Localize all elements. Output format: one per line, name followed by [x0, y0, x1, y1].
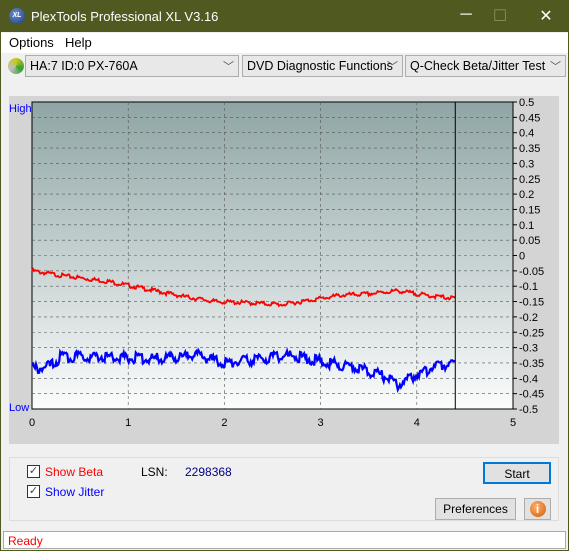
- show-beta-label: Show Beta: [45, 465, 104, 479]
- y-tick-label: 0: [519, 251, 525, 263]
- high-label: High: [9, 103, 32, 115]
- lsn-label: LSN:: [141, 465, 168, 479]
- drive-select[interactable]: HA:7 ID:0 PX-760A ﹀: [25, 55, 239, 77]
- start-button[interactable]: Start: [483, 462, 551, 484]
- menu-options[interactable]: Options: [9, 35, 54, 50]
- y-tick-label: -0.05: [519, 266, 544, 278]
- menu-bar: Options Help: [1, 33, 568, 53]
- test-select[interactable]: Q-Check Beta/Jitter Test ﹀: [405, 55, 566, 77]
- maximize-button[interactable]: ☐: [485, 6, 515, 26]
- preferences-button[interactable]: Preferences: [435, 498, 516, 520]
- drive-icon: [8, 58, 24, 74]
- chart-panel: 0.5 0.45 0.4 0.35 0.3 0.25 0.2 0.15 0.1 0.05 0 -0.0…: [9, 96, 559, 444]
- info-button[interactable]: i: [524, 498, 551, 520]
- y-tick-label: -0.25: [519, 327, 544, 339]
- x-tick-label: 0: [29, 417, 35, 429]
- low-label: Low: [9, 402, 29, 414]
- y-tick-label: -0.2: [519, 312, 538, 324]
- beta-jitter-chart: 0.5 0.45 0.4 0.35 0.3 0.25 0.2 0.15 0.1 0.05 0 -0.0…: [9, 97, 544, 429]
- menu-help[interactable]: Help: [65, 35, 92, 50]
- y-tick-label: -0.35: [519, 358, 544, 370]
- y-tick-label: 0.1: [519, 220, 534, 232]
- y-tick-label: 0.4: [519, 128, 534, 140]
- test-select-value: Q-Check Beta/Jitter Test: [410, 59, 546, 73]
- drive-select-value: HA:7 ID:0 PX-760A: [30, 59, 138, 73]
- y-tick-label: 0.35: [519, 143, 540, 155]
- y-tick-label: -0.4: [519, 373, 538, 385]
- chevron-down-icon: ﹀: [223, 61, 234, 73]
- y-tick-label: -0.5: [519, 404, 538, 416]
- y-tick-label: -0.3: [519, 343, 538, 355]
- y-tick-label: 0.5: [519, 97, 534, 109]
- close-button[interactable]: ✕: [531, 6, 561, 26]
- x-tick-label: 3: [318, 417, 324, 429]
- chevron-down-icon: ﹀: [387, 61, 398, 73]
- function-select[interactable]: DVD Diagnostic Functions ﹀: [242, 55, 403, 77]
- y-tick-label: 0.2: [519, 189, 534, 201]
- lsn-value: 2298368: [185, 465, 232, 479]
- y-tick-label: 0.45: [519, 112, 540, 124]
- info-icon: i: [529, 501, 546, 517]
- y-tick-label: 0.15: [519, 204, 540, 216]
- y-tick-label: -0.45: [519, 389, 544, 401]
- x-tick-label: 1: [125, 417, 131, 429]
- title-bar: XL PlexTools Professional XL V3.16 ─ ☐ ✕: [1, 1, 568, 32]
- show-jitter-checkbox[interactable]: ✓: [27, 485, 40, 498]
- function-select-value: DVD Diagnostic Functions: [247, 59, 393, 73]
- show-jitter-label: Show Jitter: [45, 485, 105, 499]
- y-tick-label: 0.05: [519, 235, 540, 247]
- status-bar: Ready: [3, 531, 566, 549]
- chevron-down-icon: ﹀: [550, 61, 561, 73]
- show-beta-checkbox[interactable]: ✓: [27, 465, 40, 478]
- x-tick-label: 2: [221, 417, 227, 429]
- y-tick-label: -0.1: [519, 281, 538, 293]
- x-tick-label: 5: [510, 417, 516, 429]
- window-title: PlexTools Professional XL V3.16: [31, 9, 219, 24]
- app-window: XL PlexTools Professional XL V3.16 ─ ☐ ✕…: [0, 0, 569, 551]
- y-tick-label: -0.15: [519, 297, 544, 309]
- app-logo: XL: [9, 8, 25, 24]
- minimize-button[interactable]: ─: [451, 6, 481, 24]
- y-tick-label: 0.25: [519, 174, 540, 186]
- controls-panel: ✓ Show Beta ✓ Show Jitter LSN: 2298368 S…: [9, 457, 559, 521]
- x-tick-label: 4: [414, 417, 420, 429]
- y-tick-label: 0.3: [519, 158, 534, 170]
